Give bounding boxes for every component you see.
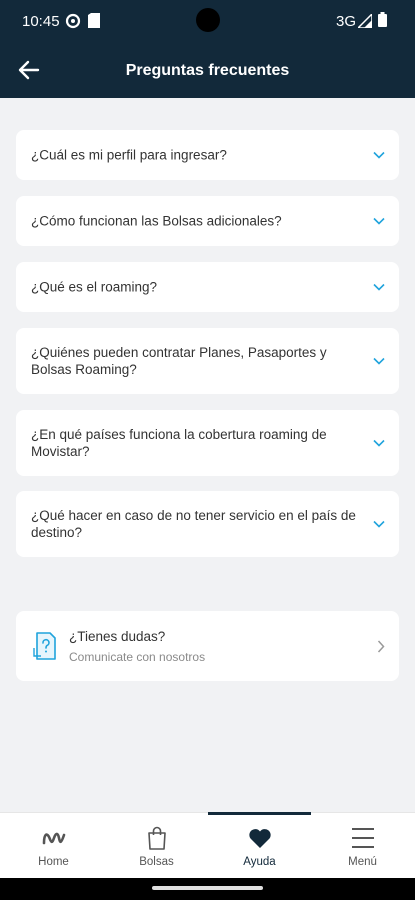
faq-item-paises[interactable]: ¿En qué países funciona la cobertura roa… [16,410,399,476]
nav-tab-bolsas[interactable]: Bolsas [105,813,208,879]
faq-item-perfil[interactable]: ¿Cuál es mi perfil para ingresar? [16,130,399,180]
faq-question: ¿Qué hacer en caso de no tener servicio … [31,508,356,540]
faq-question: ¿Cuál es mi perfil para ingresar? [31,147,227,163]
support-question-icon [33,632,56,660]
battery-icon [378,12,387,27]
faq-question: ¿Quiénes pueden contratar Planes, Pasapo… [31,345,327,377]
chevron-down-icon [373,283,385,291]
faq-question: ¿Qué es el roaming? [31,279,158,295]
contact-card[interactable]: ¿Tienes dudas? Comunicate con nosotros [16,611,399,681]
gesture-bar [0,878,415,900]
sim-card-icon [88,13,100,28]
chevron-right-icon [377,640,385,653]
camera-cutout [196,8,220,32]
nav-tab-label: Ayuda [243,856,276,868]
hamburger-menu-icon [351,828,374,848]
movistar-logo-icon [42,832,65,845]
faq-question: ¿Cómo funcionan las Bolsas adicionales? [31,213,282,229]
status-bar: 10:45 3G [0,0,415,42]
heart-icon [248,829,271,848]
signal-strength-icon [358,14,372,28]
network-type: 3G [336,13,357,30]
nav-tab-label: Bolsas [139,856,174,868]
settings-gear-icon [65,13,81,29]
home-indicator[interactable] [152,886,263,890]
chevron-down-icon [373,357,385,365]
nav-tab-label: Menú [348,856,377,868]
chevron-down-icon [373,520,385,528]
faq-item-roaming[interactable]: ¿Qué es el roaming? [16,262,399,312]
bottom-navigation: Home Bolsas Ayuda Menú [0,812,415,878]
faq-item-sin-servicio[interactable]: ¿Qué hacer en caso de no tener servicio … [16,491,399,557]
chevron-down-icon [373,217,385,225]
app-bar: Preguntas frecuentes [0,42,415,98]
chevron-down-icon [373,439,385,447]
active-tab-indicator [208,812,311,815]
status-time: 10:45 [22,13,60,30]
faq-item-bolsas[interactable]: ¿Cómo funcionan las Bolsas adicionales? [16,196,399,246]
nav-tab-home[interactable]: Home [2,813,105,879]
faq-question: ¿En qué países funciona la cobertura roa… [31,427,327,459]
shopping-bag-icon [147,826,166,850]
contact-title: ¿Tienes dudas? [69,629,166,644]
contact-subtitle: Comunicate con nosotros [69,650,206,664]
nav-tab-ayuda[interactable]: Ayuda [208,812,311,879]
nav-tab-label: Home [38,856,69,868]
nav-tab-menu[interactable]: Menú [311,813,414,879]
faq-item-contratar[interactable]: ¿Quiénes pueden contratar Planes, Pasapo… [16,328,399,394]
chevron-down-icon [373,151,385,159]
page-title: Preguntas frecuentes [125,62,290,79]
